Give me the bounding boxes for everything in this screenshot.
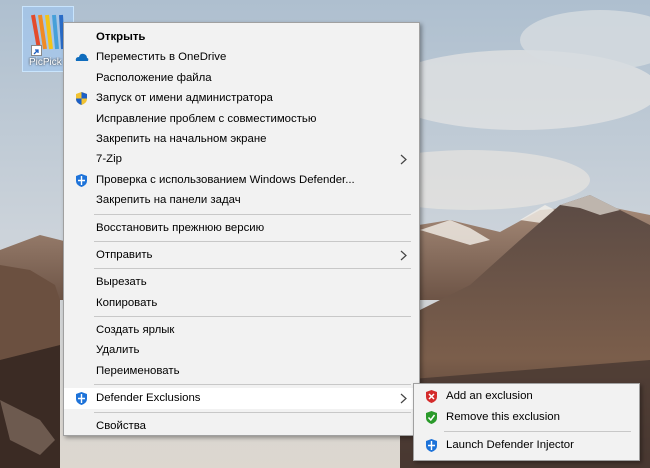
menu-item-label: Копировать [96,296,158,309]
menu-item-create-shortcut[interactable]: Создать ярлык [64,320,419,340]
green-shield-icon [426,411,437,424]
menu-item-defender-scan[interactable]: Проверка с использованием Windows Defend… [64,170,419,190]
windows-defender-icon [76,173,87,187]
menu-item-label: Закрепить на панели задач [96,194,241,207]
chevron-right-icon [400,250,407,261]
submenu-item-remove-exclusion[interactable]: Remove this exclusion [414,407,639,428]
menu-item-label: Свойства [96,419,147,432]
menu-item-7zip[interactable]: 7-Zip [64,149,419,169]
menu-item-run-as-admin[interactable]: Запуск от имени администратора [64,88,419,108]
menu-item-label: Проверка с использованием Windows Defend… [96,173,355,186]
menu-separator [94,268,411,270]
menu-item-rename[interactable]: Переименовать [64,361,419,381]
menu-item-delete[interactable]: Удалить [64,340,419,360]
red-shield-icon [426,390,437,403]
menu-item-label: Удалить [96,344,140,357]
menu-item-move-to-onedrive[interactable]: Переместить в OneDrive [64,47,419,67]
menu-item-properties[interactable]: Свойства [64,416,419,436]
onedrive-icon [75,54,89,62]
menu-item-label: Remove this exclusion [446,411,560,423]
menu-item-send-to[interactable]: Отправить [64,245,419,265]
context-menu: Открыть Переместить в OneDrive Расположе… [63,22,420,436]
menu-item-label: Открыть [96,31,146,43]
menu-item-compatibility[interactable]: Исправление проблем с совместимостью [64,109,419,129]
defender-shield-icon [426,439,437,452]
defender-shield-icon [76,392,87,406]
menu-item-pin-to-start[interactable]: Закрепить на начальном экране [64,129,419,149]
menu-separator [94,384,411,386]
menu-item-defender-exclusions[interactable]: Defender Exclusions [64,388,419,409]
menu-item-label: Восстановить прежнюю версию [96,221,265,234]
menu-item-label: Расположение файла [96,71,212,84]
menu-item-label: Запуск от имени администратора [96,92,273,105]
defender-exclusions-submenu: Add an exclusion Remove this exclusion L… [413,383,640,461]
menu-separator [444,431,631,432]
menu-item-label: 7-Zip [96,153,122,166]
menu-item-label: Вырезать [96,276,147,289]
menu-item-label: Launch Defender Injector [446,439,574,451]
menu-item-open[interactable]: Открыть [64,27,419,47]
submenu-item-add-exclusion[interactable]: Add an exclusion [414,386,639,407]
chevron-right-icon [400,154,407,165]
menu-separator [94,411,411,413]
menu-item-label: Закрепить на начальном экране [96,132,267,145]
menu-separator [94,240,411,242]
menu-item-pin-to-taskbar[interactable]: Закрепить на панели задач [64,190,419,210]
menu-item-cut[interactable]: Вырезать [64,272,419,292]
menu-separator [94,213,411,215]
menu-item-restore-previous[interactable]: Восстановить прежнюю версию [64,218,419,238]
menu-item-label: Отправить [96,248,153,261]
chevron-right-icon [400,393,407,404]
menu-item-label: Исправление проблем с совместимостью [96,112,317,125]
submenu-item-launch-injector[interactable]: Launch Defender Injector [414,435,639,456]
shortcut-arrow-icon [31,45,42,56]
menu-separator [94,316,411,318]
menu-item-label: Add an exclusion [446,390,533,402]
menu-item-copy[interactable]: Копировать [64,293,419,313]
menu-item-label: Defender Exclusions [96,392,201,405]
menu-item-label: Переместить в OneDrive [96,51,227,64]
menu-item-label: Создать ярлык [96,324,175,337]
uac-shield-icon [76,92,87,106]
menu-item-file-location[interactable]: Расположение файла [64,68,419,88]
menu-item-label: Переименовать [96,364,180,377]
